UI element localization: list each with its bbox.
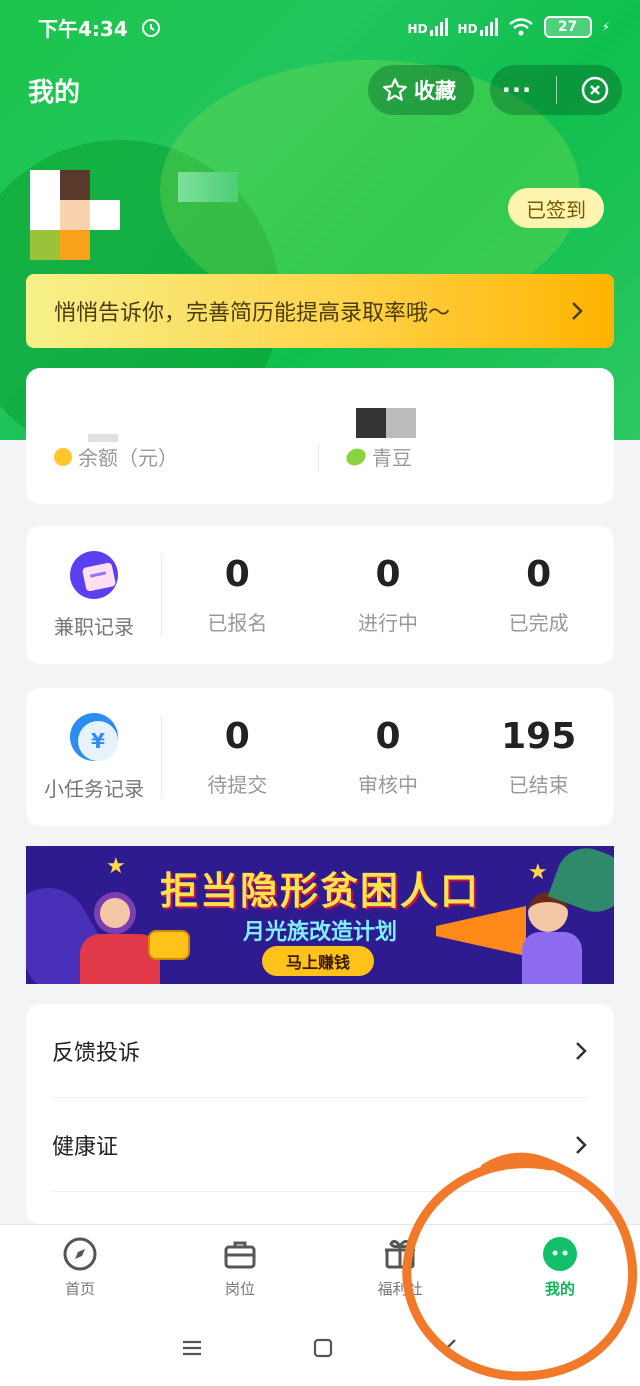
page-title: 我的 xyxy=(28,77,81,108)
menu-item-feedback[interactable]: 反馈投诉 xyxy=(52,1004,588,1098)
alarm-icon xyxy=(141,19,160,37)
nickname-redacted xyxy=(178,172,238,202)
yuan-coin-icon: ¥ xyxy=(70,712,118,761)
chevron-right-icon xyxy=(572,302,583,320)
part-time-record-card: 兼职记录 0 已报名 0 进行中 0 已完成 xyxy=(26,526,614,664)
favorite-label: 收藏 xyxy=(414,79,456,103)
close-miniapp-icon[interactable] xyxy=(580,75,610,105)
battery-icon: 27 xyxy=(543,16,592,38)
stat-in-progress[interactable]: 0 进行中 xyxy=(313,554,464,636)
stat-finished[interactable]: 195 已结束 xyxy=(463,716,614,798)
page-header: 我的 收藏 ··· xyxy=(0,58,640,122)
tab-mine[interactable]: 我的 xyxy=(480,1225,640,1310)
status-time: 下午4:34 xyxy=(38,16,128,41)
favorite-button[interactable]: 收藏 xyxy=(368,65,474,115)
wallet-card: 余额（元） 青豆 xyxy=(26,368,614,504)
settings-menu-card: 反馈投诉 健康证 xyxy=(26,1004,614,1224)
smile-icon xyxy=(543,1237,577,1271)
task-record-card: ¥ 小任务记录 0 待提交 0 审核中 195 已结束 xyxy=(26,688,614,826)
stat-completed[interactable]: 0 已完成 xyxy=(463,554,614,636)
bean-icon xyxy=(343,445,369,468)
stat-to-submit[interactable]: 0 待提交 xyxy=(162,716,313,798)
balance-item[interactable]: 余额（元） xyxy=(54,442,178,471)
compass-icon xyxy=(63,1237,97,1271)
signin-button[interactable]: 已签到 xyxy=(508,188,604,228)
menu-item-health-certificate[interactable]: 健康证 xyxy=(52,1098,588,1192)
beans-value-redacted xyxy=(356,408,416,438)
briefcase-icon xyxy=(224,1241,256,1269)
miniapp-capsule: ··· xyxy=(490,65,622,115)
beans-label: 青豆 xyxy=(372,446,412,470)
more-button[interactable]: ··· xyxy=(502,76,532,104)
avatar[interactable] xyxy=(30,170,120,260)
signal-icon: HD xyxy=(458,18,498,36)
part-time-record-title: 兼职记录 xyxy=(54,614,134,639)
bottom-tab-bar: 首页 岗位 福利社 我的 xyxy=(0,1224,640,1310)
tab-jobs[interactable]: 岗位 xyxy=(160,1225,320,1310)
signal-icon: HD xyxy=(408,18,448,36)
beans-item[interactable]: 青豆 xyxy=(343,442,412,471)
stat-under-review[interactable]: 0 审核中 xyxy=(313,716,464,798)
tab-welfare[interactable]: 福利社 xyxy=(320,1225,480,1310)
resume-tip-text: 悄悄告诉你，完善简历能提高录取率哦～ xyxy=(54,301,451,326)
back-icon[interactable] xyxy=(443,1337,459,1359)
resume-tip-banner[interactable]: 悄悄告诉你，完善简历能提高录取率哦～ xyxy=(26,274,614,348)
menu-icon[interactable] xyxy=(181,1339,203,1357)
stat-registered[interactable]: 0 已报名 xyxy=(162,554,313,636)
coin-icon xyxy=(54,447,72,466)
part-time-record-entry[interactable]: 兼职记录 xyxy=(26,526,162,664)
promo-banner[interactable]: ★ ★ 拒当隐形贫困人口 月光族改造计划 马上赚钱 xyxy=(26,846,614,984)
tab-home[interactable]: 首页 xyxy=(0,1225,160,1310)
balance-label: 余额（元） xyxy=(78,446,178,470)
charging-icon: ⚡ xyxy=(601,20,610,34)
chevron-right-icon xyxy=(576,1041,587,1060)
home-square-icon[interactable] xyxy=(313,1338,333,1358)
wifi-icon xyxy=(508,18,533,36)
star-icon xyxy=(383,78,407,101)
task-record-entry[interactable]: ¥ 小任务记录 xyxy=(26,688,162,826)
status-bar: 下午4:34 HD HD 27 ⚡ xyxy=(0,0,640,54)
chevron-right-icon xyxy=(576,1135,587,1154)
task-record-title: 小任务记录 xyxy=(44,776,144,801)
system-navigation-bar xyxy=(0,1310,640,1386)
document-icon xyxy=(70,550,118,599)
gift-icon xyxy=(385,1239,415,1269)
promo-cta-button[interactable]: 马上赚钱 xyxy=(262,946,374,976)
balance-value-redacted xyxy=(88,434,118,442)
